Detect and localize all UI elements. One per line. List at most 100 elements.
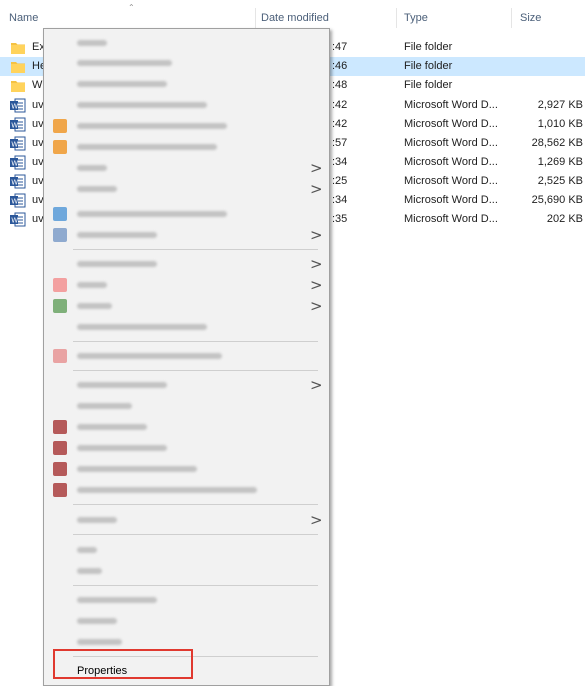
context-menu-item[interactable] bbox=[44, 396, 329, 416]
file-date: :46 bbox=[332, 60, 348, 72]
file-type: Microsoft Word D... bbox=[404, 175, 498, 187]
column-header-date-modified[interactable]: Date modified bbox=[261, 12, 329, 24]
file-size: 25,690 KB bbox=[531, 194, 583, 206]
blurred-label bbox=[77, 102, 207, 108]
file-date: :47 bbox=[332, 41, 348, 53]
column-header-bar: ⌃ Name Date modified Type Size bbox=[0, 0, 585, 30]
column-divider[interactable] bbox=[396, 8, 397, 28]
blurred-label bbox=[77, 382, 167, 388]
file-name: uv bbox=[32, 99, 44, 111]
context-menu-item[interactable]: > bbox=[44, 158, 329, 178]
context-menu-item[interactable]: > bbox=[44, 179, 329, 199]
blurred-label bbox=[77, 40, 107, 46]
word-doc-icon: W bbox=[10, 117, 26, 132]
file-date: :35 bbox=[332, 213, 348, 225]
context-menu-item[interactable] bbox=[44, 459, 329, 479]
blurred-label bbox=[77, 597, 157, 603]
winrar-icon bbox=[53, 483, 67, 497]
column-header-name[interactable]: Name bbox=[9, 12, 38, 24]
submenu-arrow-icon: > bbox=[310, 511, 323, 529]
file-type: Microsoft Word D... bbox=[404, 137, 498, 149]
column-header-type[interactable]: Type bbox=[404, 12, 428, 24]
blurred-label bbox=[77, 282, 107, 288]
submenu-arrow-icon: > bbox=[310, 255, 323, 273]
blurred-label bbox=[77, 81, 167, 87]
context-menu-item[interactable] bbox=[44, 417, 329, 437]
file-type: Microsoft Word D... bbox=[404, 118, 498, 130]
svg-text:W: W bbox=[11, 198, 18, 206]
column-divider[interactable] bbox=[255, 8, 256, 28]
svg-text:W: W bbox=[11, 103, 18, 111]
file-name: uv bbox=[32, 175, 44, 187]
winrar-icon bbox=[53, 441, 67, 455]
file-name: uv bbox=[32, 194, 44, 206]
context-menu-item[interactable]: > bbox=[44, 275, 329, 295]
context-menu-item[interactable] bbox=[44, 137, 329, 157]
word-doc-icon: W bbox=[10, 155, 26, 170]
context-menu-item[interactable]: > bbox=[44, 375, 329, 395]
file-size: 202 KB bbox=[546, 213, 583, 225]
folder-icon bbox=[11, 81, 25, 92]
column-header-size[interactable]: Size bbox=[520, 12, 541, 24]
context-menu-item[interactable]: > bbox=[44, 225, 329, 245]
context-menu-item[interactable] bbox=[44, 611, 329, 631]
context-menu-item[interactable]: > bbox=[44, 510, 329, 530]
word-doc-icon: W bbox=[10, 212, 26, 227]
context-menu-item[interactable] bbox=[44, 540, 329, 560]
blurred-label bbox=[77, 60, 172, 66]
file-type: Microsoft Word D... bbox=[404, 156, 498, 168]
properties-highlight-box bbox=[53, 649, 193, 679]
svg-text:W: W bbox=[11, 217, 18, 225]
context-menu-item[interactable] bbox=[44, 33, 329, 53]
context-menu-item[interactable] bbox=[44, 204, 329, 224]
context-menu-item[interactable] bbox=[44, 561, 329, 581]
file-name: uv bbox=[32, 156, 44, 168]
submenu-arrow-icon: > bbox=[310, 180, 323, 198]
svg-text:W: W bbox=[11, 179, 18, 187]
folder-icon bbox=[11, 62, 25, 73]
column-divider[interactable] bbox=[511, 8, 512, 28]
context-menu-item[interactable] bbox=[44, 346, 329, 366]
file-name: uv bbox=[32, 137, 44, 149]
context-menu-item[interactable] bbox=[44, 74, 329, 94]
app-icon bbox=[53, 278, 67, 292]
context-menu-item[interactable] bbox=[44, 438, 329, 458]
blurred-label bbox=[77, 353, 222, 359]
app-icon bbox=[53, 228, 67, 242]
context-menu-item[interactable] bbox=[44, 53, 329, 73]
winrar-icon bbox=[53, 420, 67, 434]
file-date: :48 bbox=[332, 79, 348, 91]
submenu-arrow-icon: > bbox=[310, 376, 323, 394]
context-menu-item[interactable] bbox=[44, 590, 329, 610]
svg-text:W: W bbox=[11, 122, 18, 130]
blurred-label bbox=[77, 547, 97, 553]
menu-separator bbox=[73, 370, 318, 371]
blurred-label bbox=[77, 618, 117, 624]
blurred-label bbox=[77, 144, 217, 150]
file-date: :42 bbox=[332, 118, 348, 130]
svg-text:W: W bbox=[11, 160, 18, 168]
blurred-label bbox=[77, 261, 157, 267]
file-date: :34 bbox=[332, 156, 348, 168]
blurred-label bbox=[77, 445, 167, 451]
context-menu-item[interactable]: > bbox=[44, 254, 329, 274]
blurred-label bbox=[77, 403, 132, 409]
context-menu-item[interactable] bbox=[44, 116, 329, 136]
context-menu-item[interactable]: > bbox=[44, 296, 329, 316]
context-menu-item[interactable] bbox=[44, 480, 329, 500]
defender-icon bbox=[53, 207, 67, 221]
file-name: W bbox=[32, 79, 43, 91]
context-menu-item[interactable] bbox=[44, 317, 329, 337]
menu-separator bbox=[73, 504, 318, 505]
submenu-arrow-icon: > bbox=[310, 159, 323, 177]
submenu-arrow-icon: > bbox=[310, 297, 323, 315]
submenu-arrow-icon: > bbox=[310, 226, 323, 244]
file-size: 28,562 KB bbox=[531, 137, 583, 149]
context-menu-item[interactable] bbox=[44, 95, 329, 115]
file-type: File folder bbox=[404, 41, 453, 53]
word-doc-icon: W bbox=[10, 98, 26, 113]
vlc-icon bbox=[53, 140, 67, 154]
file-type: Microsoft Word D... bbox=[404, 194, 498, 206]
blurred-label bbox=[77, 211, 227, 217]
blurred-label bbox=[77, 324, 207, 330]
